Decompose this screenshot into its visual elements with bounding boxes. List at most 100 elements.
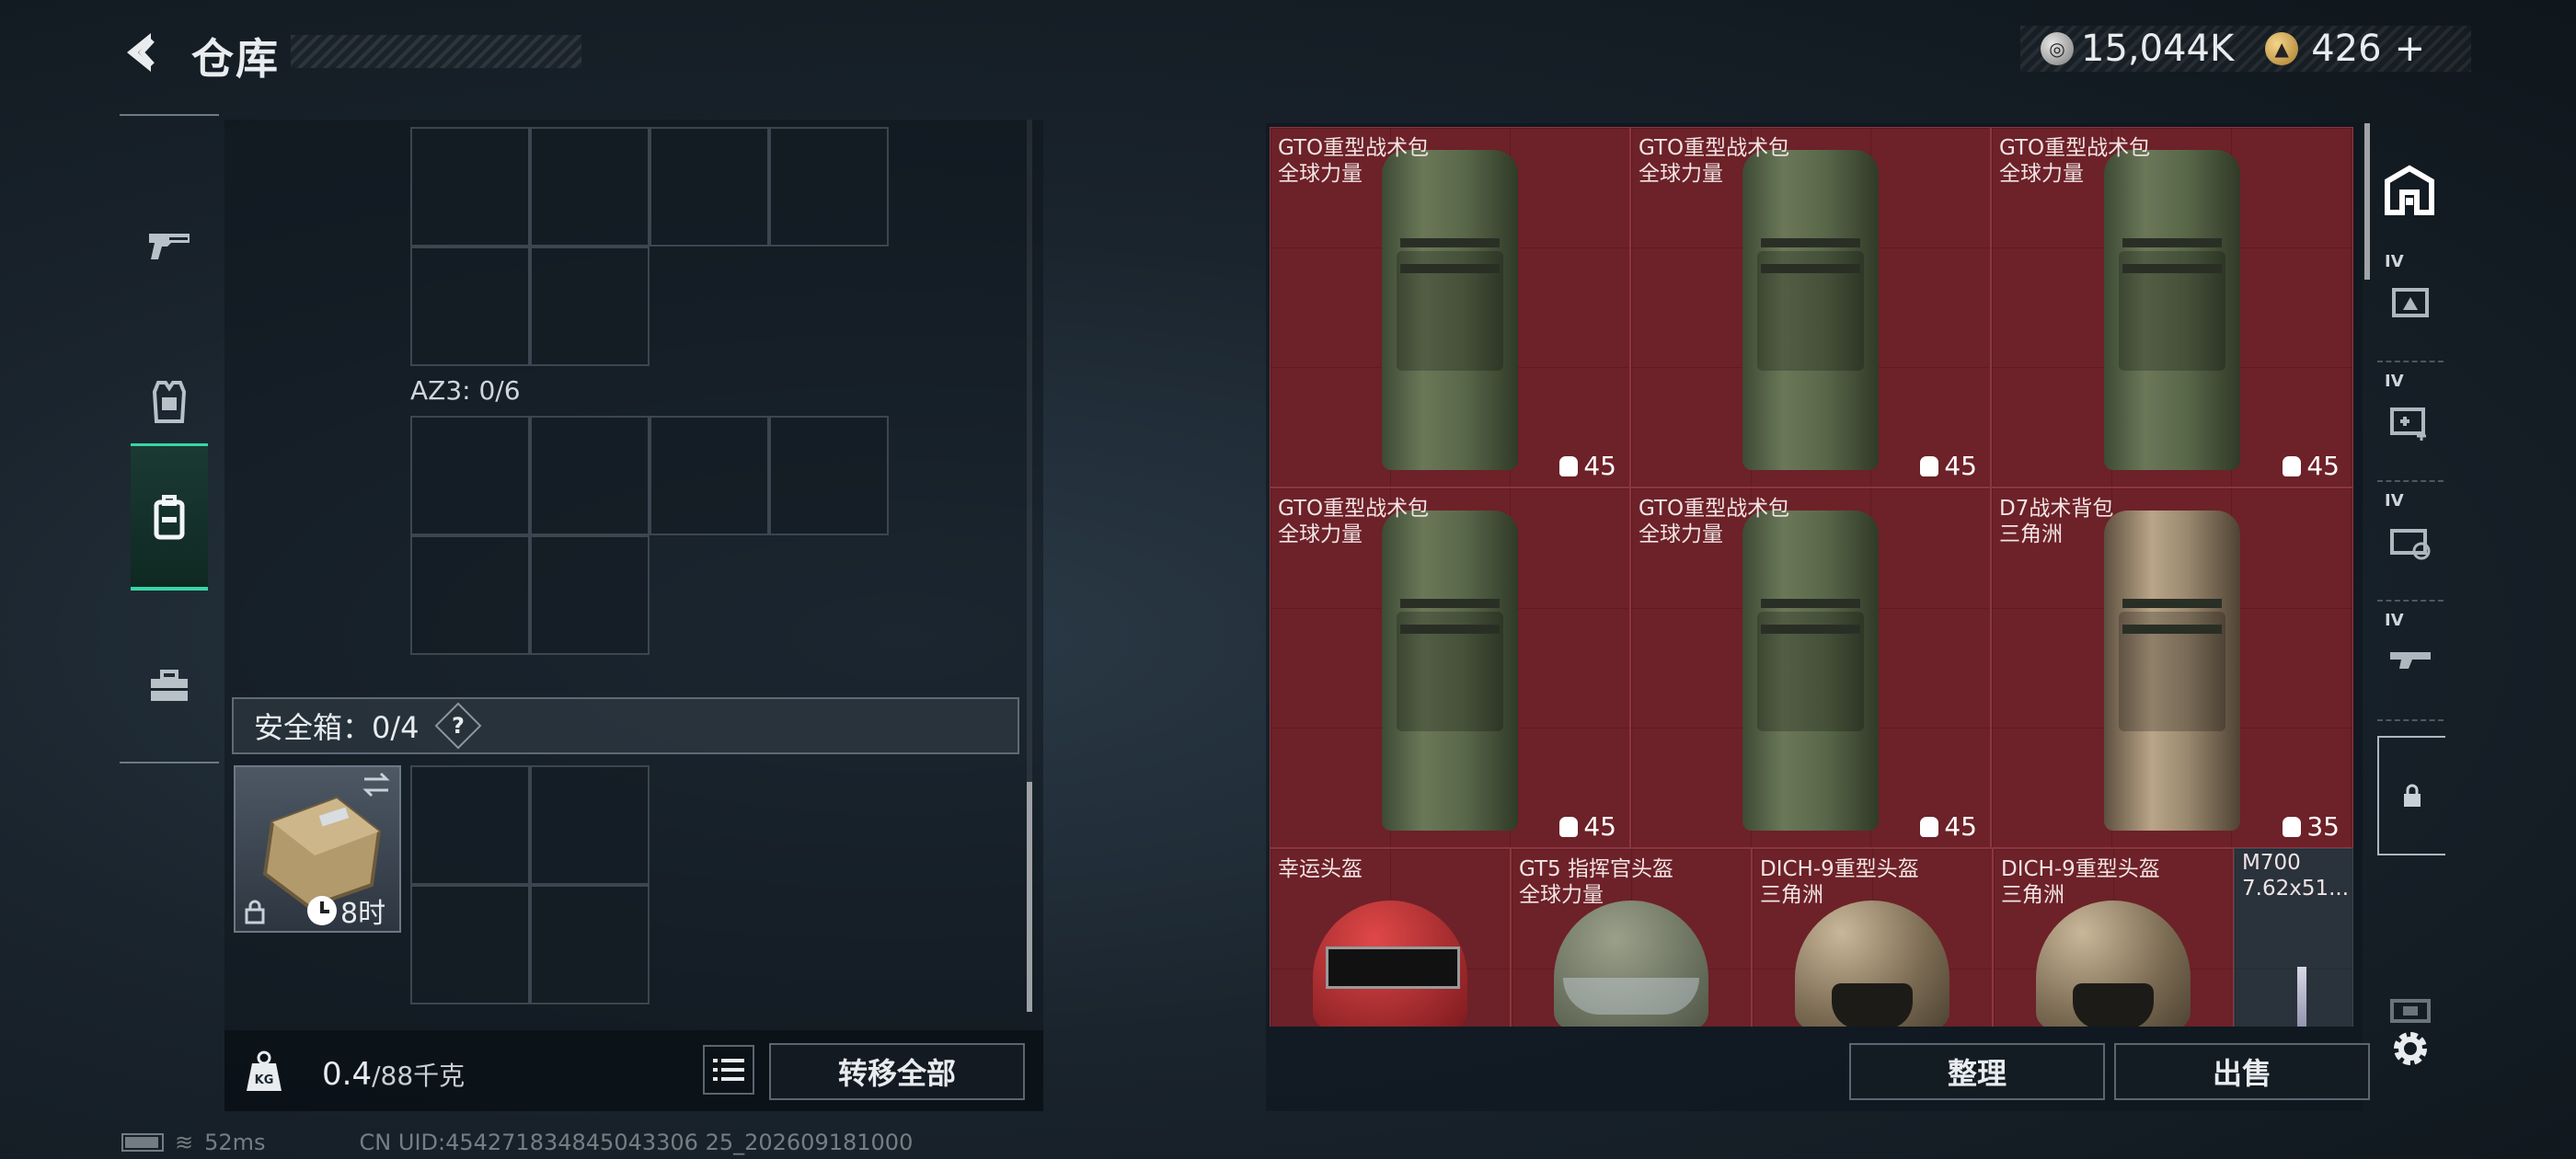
title-decoration [291, 35, 581, 68]
item-capacity: 45 [1559, 451, 1616, 481]
back-arrow-icon [127, 33, 155, 72]
list-view-button[interactable] [703, 1045, 754, 1095]
item-faction: 全球力量 [1278, 522, 1363, 546]
stash-grid: GTO重型战术包 全球力量 45 GTO重型战术包 全球力量 45 GTO重型战… [1270, 127, 2353, 1027]
gold-coin-icon: ▲ [2265, 32, 2299, 65]
sell-button[interactable]: 出售 [2114, 1043, 2370, 1100]
capacity-icon [1920, 455, 1939, 476]
safebox-slot[interactable] [410, 885, 530, 1004]
svg-text:KG: KG [255, 1073, 274, 1087]
item-capacity: 35 [2283, 811, 2340, 842]
stash-item-helmet[interactable]: DICH-9重型头盔 三角洲 [1752, 848, 1993, 1027]
category-tabs [120, 114, 219, 763]
lock-icon [2404, 784, 2421, 807]
timer-text: 8时 [340, 898, 386, 930]
item-faction: 全球力量 [1999, 162, 2084, 186]
kg-weight-icon: KG [245, 1049, 283, 1093]
list-icon [713, 1059, 744, 1081]
settings-button[interactable] [2385, 1023, 2436, 1074]
container-slot[interactable] [530, 127, 650, 247]
item-faction: 三角洲 [1999, 522, 2063, 546]
tab-backpack[interactable] [131, 443, 208, 591]
stash-item-backpack[interactable]: GTO重型战术包 全球力量 45 [1270, 488, 1630, 848]
container-scroll-thumb[interactable] [1027, 782, 1032, 1012]
helmet-image [1313, 901, 1467, 1027]
stash-item-backpack[interactable]: D7战术背包 三角洲 35 [1991, 488, 2353, 848]
item-faction: 全球力量 [1278, 162, 1363, 186]
backpack-image [1742, 511, 1879, 831]
az3-slot[interactable] [410, 416, 530, 535]
tab-level: IV [2385, 491, 2404, 511]
battery-icon [121, 1133, 164, 1152]
backpack-icon [154, 494, 185, 539]
container-slot[interactable] [410, 247, 530, 366]
stash-item-backpack[interactable]: GTO重型战术包 全球力量 45 [1630, 488, 1991, 848]
item-caliber: 7.62x51... [2242, 877, 2350, 901]
transfer-all-button[interactable]: 转移全部 [769, 1043, 1025, 1100]
stash-tab[interactable]: IV [2377, 482, 2444, 602]
stash-item-rifle[interactable]: M700 7.62x51... [2234, 848, 2353, 1027]
item-capacity: 45 [1920, 811, 1977, 842]
helmet-image [2036, 901, 2191, 1027]
capacity-value: 45 [1944, 811, 1977, 842]
container-slot[interactable] [530, 247, 650, 366]
capacity-icon [1920, 816, 1939, 837]
backpack-image [2104, 511, 2240, 831]
capacity-value: 45 [1944, 451, 1977, 481]
backpack-image [1742, 150, 1879, 470]
stash-tabs: IV IV IV IV [2372, 123, 2449, 1061]
weight-readout: 0.4/88千克 [322, 1056, 465, 1093]
tab-toolkit[interactable] [120, 613, 219, 760]
stash-scroll-thumb[interactable] [2364, 123, 2370, 280]
sort-button[interactable]: 整理 [1849, 1043, 2105, 1100]
az3-slot[interactable] [530, 416, 650, 535]
page-title: 仓库 [191, 34, 280, 84]
stash-item-backpack[interactable]: GTO重型战术包 全球力量 45 [1270, 127, 1630, 488]
add-currency-button[interactable]: + [2395, 28, 2426, 70]
item-capacity: 45 [1559, 811, 1616, 842]
az3-slot[interactable] [769, 416, 889, 535]
capacity-icon [1559, 455, 1579, 476]
back-button[interactable] [118, 28, 167, 77]
container-slot[interactable] [650, 127, 769, 247]
backpack-image [1382, 150, 1518, 470]
stash-tab[interactable]: IV [2377, 602, 2444, 721]
stash-item-backpack[interactable]: GTO重型战术包 全球力量 45 [1991, 127, 2353, 488]
stash-item-helmet[interactable]: 幸运头盔 [1270, 848, 1511, 1027]
safebox-timer: 8时 [307, 890, 385, 931]
safebox-slot[interactable] [530, 765, 650, 885]
clock-icon [307, 896, 337, 925]
safebox-slot[interactable] [530, 885, 650, 1004]
tab-level: IV [2385, 372, 2404, 391]
capacity-value: 45 [1583, 451, 1616, 481]
stash-tab[interactable]: IV [2377, 362, 2444, 482]
stash-item-backpack[interactable]: GTO重型战术包 全球力量 45 [1630, 127, 1991, 488]
tab-level: IV [2385, 252, 2404, 271]
az3-slot[interactable] [410, 535, 530, 655]
item-faction: 全球力量 [1639, 522, 1723, 546]
item-name: M700 [2242, 851, 2301, 875]
az3-slot[interactable] [650, 416, 769, 535]
stash-item-helmet[interactable]: GT5 指挥官头盔 全球力量 [1511, 848, 1752, 1027]
swap-icon[interactable] [361, 769, 392, 800]
container-slot[interactable] [769, 127, 889, 247]
safebox-help-button[interactable]: ? [434, 702, 481, 750]
stash-tab-icon [2392, 288, 2429, 317]
stash-tab[interactable]: IV [2377, 243, 2444, 362]
tab-weapons[interactable] [120, 171, 219, 318]
capacity-value: 45 [2306, 451, 2340, 481]
backpack-image [2104, 150, 2240, 470]
capacity-value: 35 [2306, 811, 2340, 842]
lock-icon [241, 898, 269, 925]
medkit-tab-icon [2390, 407, 2426, 441]
status-bar: ≋ 52ms CN UID:454271834845043306 25_2026… [121, 1130, 913, 1155]
locked-stash-tab[interactable] [2377, 736, 2445, 855]
stash-item-helmet[interactable]: DICH-9重型头盔 三角洲 [1993, 848, 2234, 1027]
container-slot[interactable] [410, 127, 530, 247]
silver-coin-icon: ◎ [2041, 32, 2074, 65]
safebox-slot[interactable] [410, 765, 530, 885]
weight-max: /88千克 [372, 1061, 466, 1091]
az3-slot[interactable] [530, 535, 650, 655]
item-capacity: 45 [2283, 451, 2340, 481]
item-faction: 三角洲 [1760, 883, 1823, 907]
